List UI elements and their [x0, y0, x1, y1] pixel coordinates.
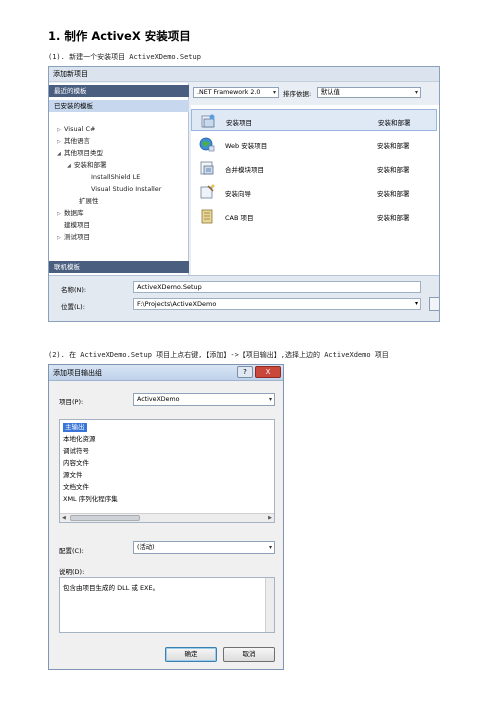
tree-item-database[interactable]: ▷ 数据库 — [57, 209, 84, 219]
scroll-thumb[interactable] — [70, 515, 140, 521]
tree-item-vs-installer[interactable]: Visual Studio Installer — [91, 185, 161, 194]
step-2-text: (2). 在 ActiveXDemo.Setup 项目上点右键,【添加】->【项… — [48, 351, 389, 359]
installed-templates-header[interactable]: 已安装的模板 — [49, 100, 189, 112]
document-title: 1. 制作 ActiveX 安装项目 — [48, 29, 191, 43]
chevron-down-icon: ▾ — [414, 300, 418, 307]
sort-select[interactable]: 默认值 ▾ — [317, 87, 421, 98]
description-label: 说明(D): — [59, 568, 85, 576]
tree-item-extensibility[interactable]: 扩展性 — [79, 197, 99, 206]
setup-project-icon — [201, 114, 215, 128]
list-item[interactable]: XML 序列化程序集 — [63, 495, 118, 504]
dialog-title: 添加项目输出组 ? X — [49, 365, 283, 381]
template-row-setup-project[interactable]: 安装项目 安装和部署 — [191, 109, 437, 131]
list-item[interactable]: 文档文件 — [63, 483, 89, 492]
tree-item-visual-csharp[interactable]: ▷ Visual C# — [57, 125, 95, 135]
tree-item-other-project-types[interactable]: ◢ 其他项目类型 — [57, 149, 103, 159]
template-tree-pane: 最近的模板 已安装的模板 ▷ Visual C# ▷ 其他语言 ◢ 其他项目类型 ◢ 安… — [49, 83, 189, 275]
template-row-web-setup[interactable]: Web 安装项目 安装和部署 — [191, 133, 437, 155]
list-item[interactable]: 源文件 — [63, 471, 83, 480]
tree-item-installshield[interactable]: InstallShield LE — [91, 173, 140, 182]
template-row-setup-wizard[interactable]: 安装向导 安装和部署 — [191, 181, 437, 203]
tree-item-other-languages[interactable]: ▷ 其他语言 — [57, 137, 90, 147]
collapse-arrow-icon: ◢ — [57, 151, 61, 157]
add-project-output-group-dialog: 添加项目输出组 ? X 项目(P): ActiveXDemo ▾ 主输出 本地化… — [48, 364, 284, 670]
project-label: 项目(P): — [59, 398, 84, 406]
scroll-right-icon[interactable]: ▶ — [268, 514, 272, 522]
tree-item-test-projects[interactable]: ▷ 测试项目 — [57, 233, 90, 243]
framework-select[interactable]: .NET Framework 2.0 ▾ — [193, 87, 279, 98]
tree-item-setup-deployment[interactable]: ◢ 安装和部署 — [67, 161, 107, 171]
web-setup-icon — [199, 137, 215, 152]
config-select[interactable]: (活动) ▾ — [133, 541, 275, 554]
list-item-primary-output[interactable]: 主输出 — [63, 423, 87, 432]
horizontal-scrollbar[interactable]: ◀ ▶ — [60, 513, 274, 522]
template-toolbar: .NET Framework 2.0 ▾ 排序依据: 默认值 ▾ — [191, 85, 439, 101]
dialog-title: 添加新项目 — [49, 67, 439, 82]
recent-templates-header[interactable]: 最近的模板 — [49, 85, 189, 97]
output-group-list[interactable]: 主输出 本地化资源 调试符号 内容文件 源文件 文档文件 XML 序列化程序集 … — [59, 419, 275, 523]
location-label: 位置(L): — [61, 303, 85, 311]
expand-arrow-icon: ▷ — [57, 127, 61, 133]
list-item[interactable]: 调试符号 — [63, 447, 89, 456]
cancel-button[interactable]: 取消 — [223, 647, 275, 662]
ok-button[interactable]: 确定 — [165, 647, 217, 662]
setup-wizard-icon — [200, 184, 215, 199]
location-input[interactable]: F:\Projects\ActiveXDemo ▾ — [133, 298, 421, 310]
chevron-down-icon: ▾ — [268, 396, 272, 403]
collapse-arrow-icon: ◢ — [67, 163, 71, 169]
list-item[interactable]: 本地化资源 — [63, 435, 96, 444]
cab-project-icon — [201, 209, 213, 224]
sort-label: 排序依据: — [283, 90, 312, 98]
add-new-project-dialog: 添加新项目 最近的模板 已安装的模板 ▷ Visual C# ▷ 其他语言 ◢ 其他项… — [48, 66, 440, 322]
browse-button[interactable] — [429, 297, 439, 311]
expand-arrow-icon: ▷ — [57, 139, 61, 145]
template-row-merge-module[interactable]: 合并模块项目 安装和部署 — [191, 157, 437, 179]
help-button[interactable]: ? — [237, 366, 253, 378]
chevron-down-icon: ▾ — [414, 89, 418, 96]
tree-item-modeling[interactable]: 建模项目 — [64, 221, 90, 230]
close-button[interactable]: X — [255, 366, 281, 378]
project-name-location-area: 名称(N): ActiveXDemo.Setup 位置(L): F:\Proje… — [49, 275, 439, 321]
template-list: 安装项目 安装和部署 Web 安装项目 安装和部署 合并模块项目 安装和部署 安… — [191, 105, 439, 275]
chevron-down-icon: ▾ — [272, 89, 276, 96]
vertical-scrollbar[interactable] — [265, 578, 274, 632]
chevron-down-icon: ▾ — [268, 544, 272, 551]
description-box: 包含由项目生成的 DLL 或 EXE。 — [59, 577, 275, 633]
project-select[interactable]: ActiveXDemo ▾ — [133, 393, 275, 406]
merge-module-icon — [200, 161, 214, 175]
expand-arrow-icon: ▷ — [57, 235, 61, 241]
template-row-cab-project[interactable]: CAB 项目 安装和部署 — [191, 205, 437, 227]
config-label: 配置(C): — [59, 547, 84, 555]
name-label: 名称(N): — [61, 286, 87, 294]
scroll-left-icon[interactable]: ◀ — [62, 514, 66, 522]
expand-arrow-icon: ▷ — [57, 211, 61, 217]
list-item[interactable]: 内容文件 — [63, 459, 89, 468]
online-templates-header[interactable]: 联机模板 — [49, 261, 189, 273]
project-name-input[interactable]: ActiveXDemo.Setup — [133, 281, 421, 293]
step-1-text: (1). 新建一个安装项目 ActiveXDemo.Setup — [48, 53, 201, 61]
